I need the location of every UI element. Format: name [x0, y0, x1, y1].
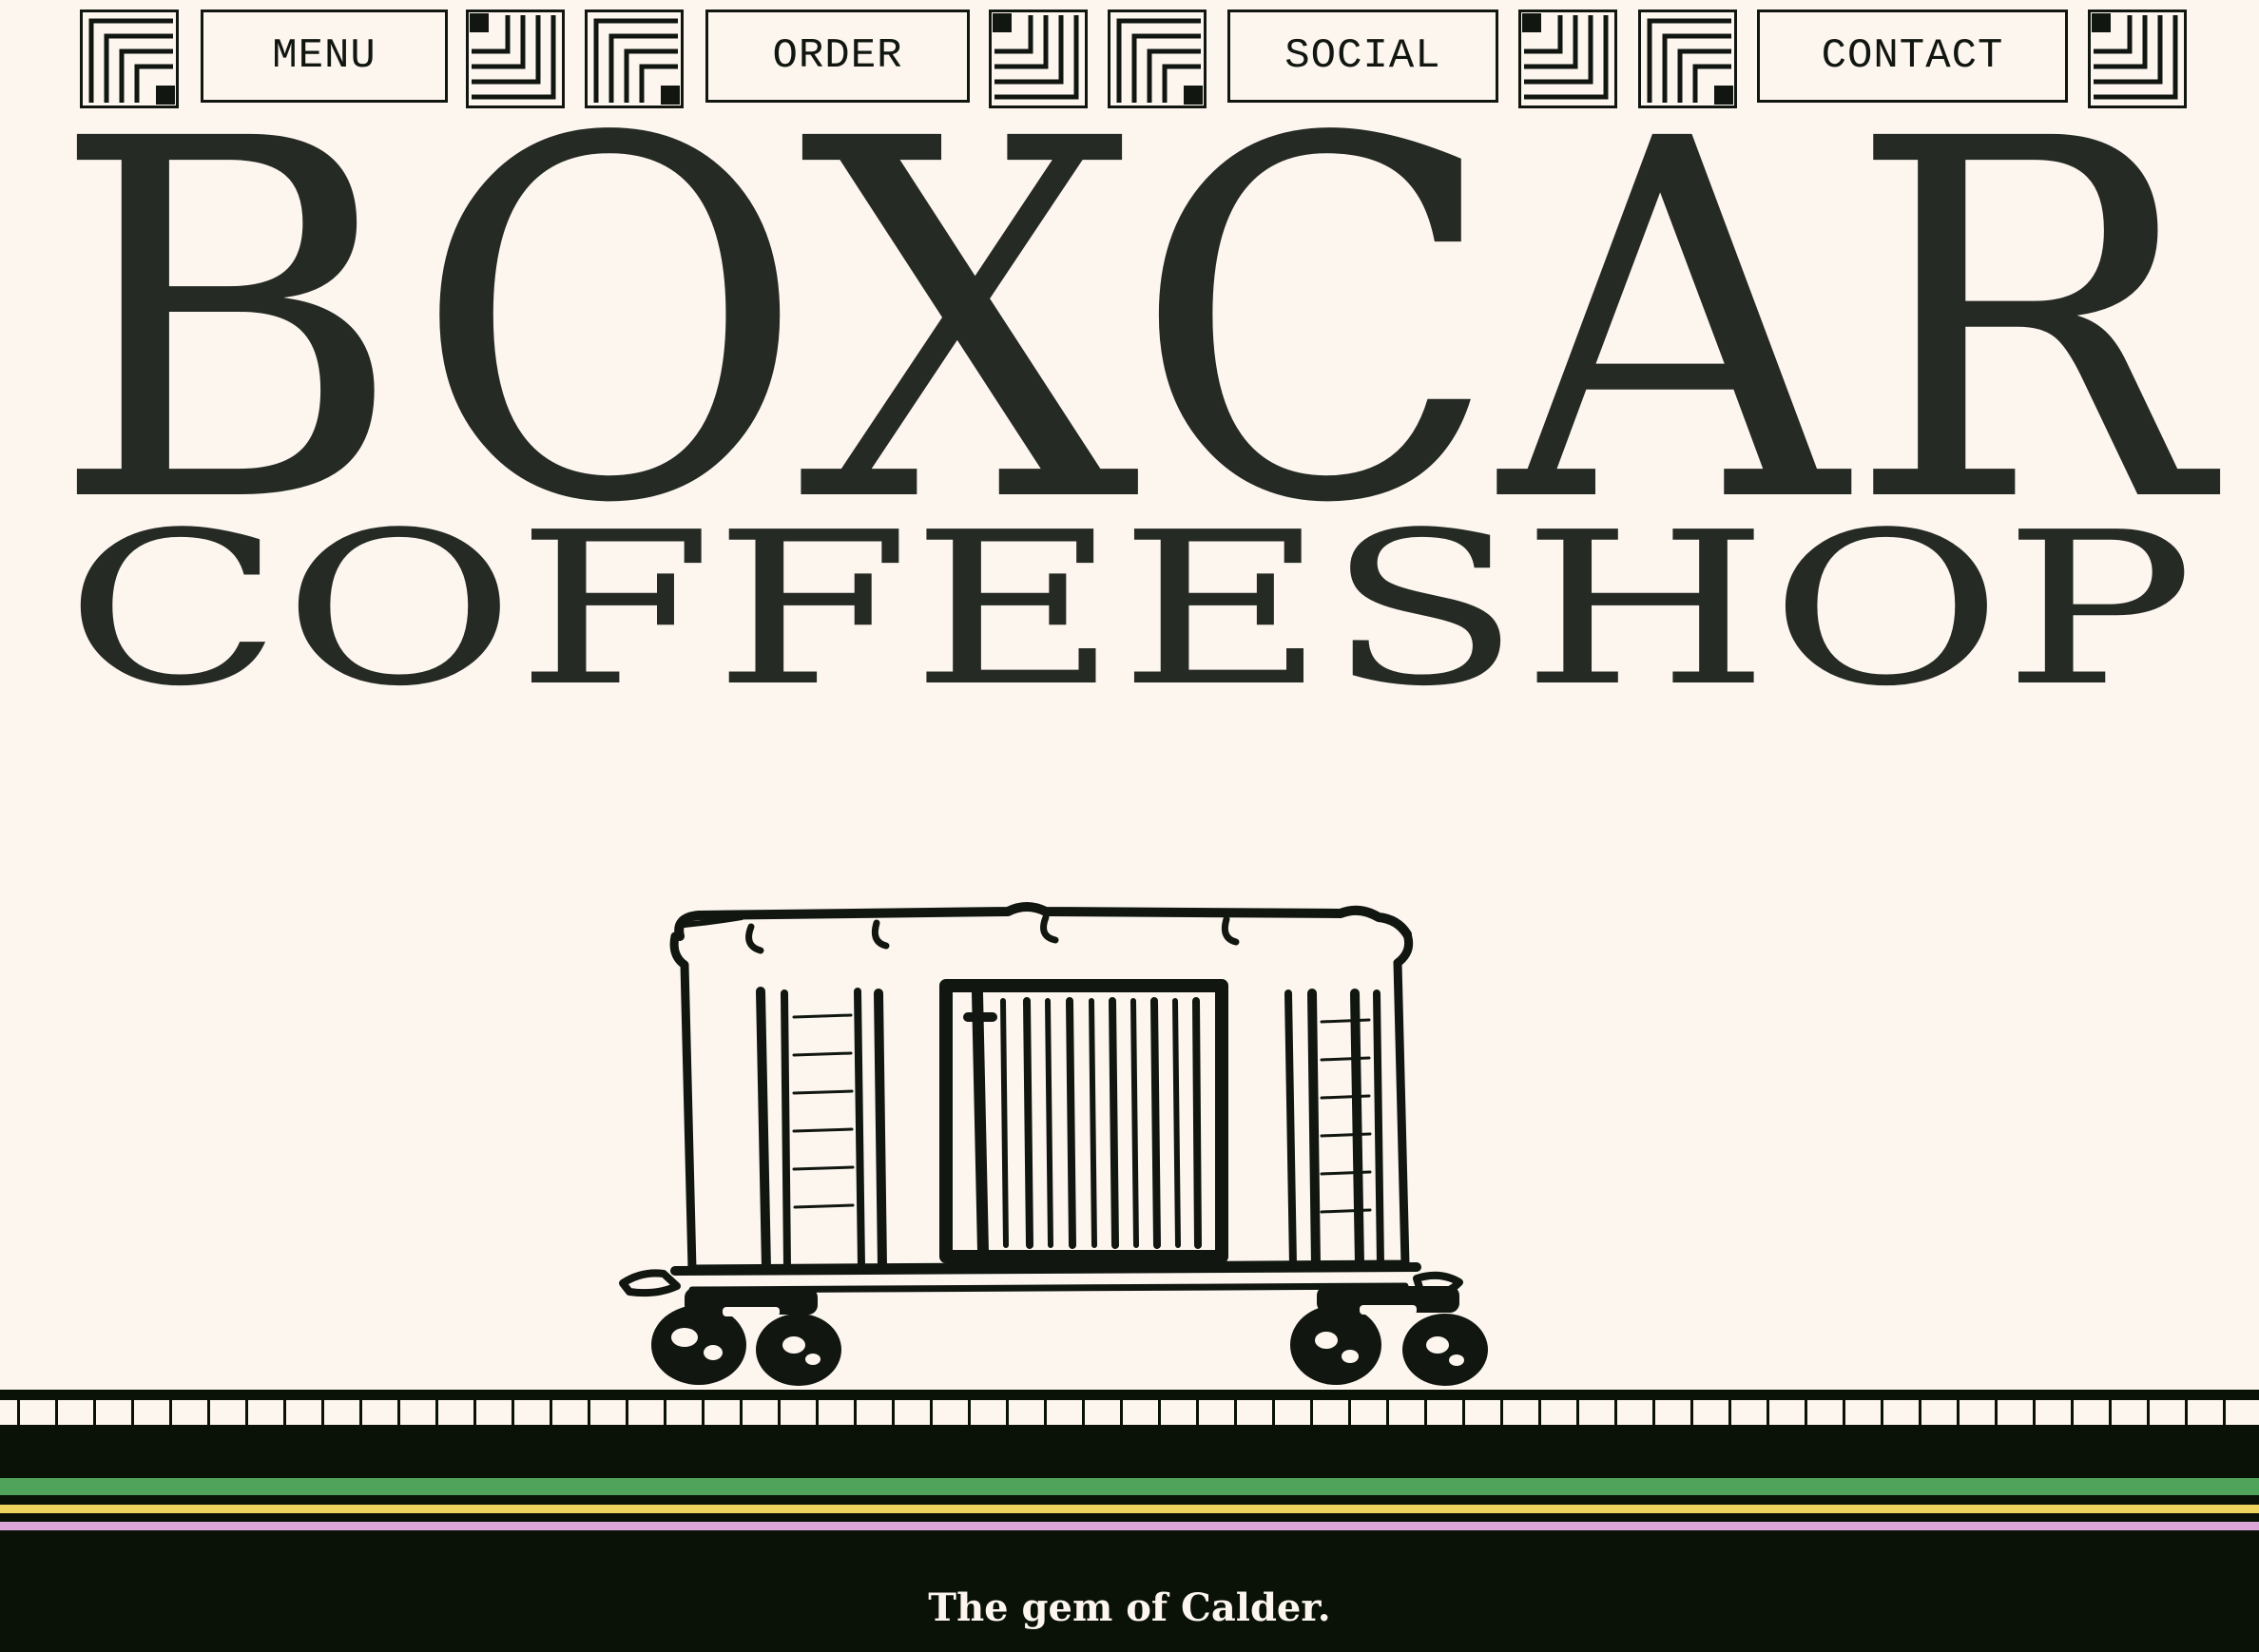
nav-menu-button[interactable]: MENU — [201, 10, 448, 103]
footer-tagline: The gem of Calder. — [928, 1585, 1331, 1630]
hero-title: BOXCAR — [0, 90, 2259, 528]
hero-subtitle: COFFEESHOP — [0, 513, 2259, 703]
stripe-yellow — [0, 1505, 2259, 1513]
hero-title-text: BOXCAR — [50, 90, 2222, 528]
nav-social-button[interactable]: SOCIAL — [1227, 10, 1498, 103]
stripe-green — [0, 1478, 2259, 1495]
hero-subtitle-text: COFFEESHOP — [65, 513, 2194, 703]
rail-track — [0, 1390, 2259, 1432]
stripe-pink — [0, 1522, 2259, 1530]
boxcar-illustration — [619, 902, 1488, 1386]
nav-contact-button[interactable]: CONTACT — [1757, 10, 2068, 103]
nav-order-button[interactable]: ORDER — [705, 10, 970, 103]
